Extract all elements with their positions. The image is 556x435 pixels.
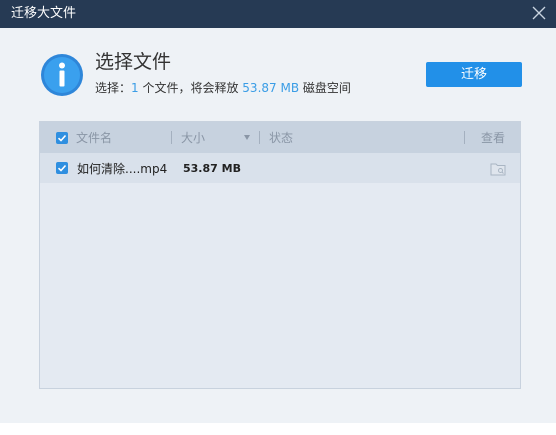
summary-suffix: 磁盘空间 — [299, 81, 351, 95]
column-header-size[interactable]: 大小 — [181, 130, 205, 146]
select-all-checkbox[interactable] — [56, 132, 68, 144]
summary-prefix: 选择： — [95, 81, 132, 95]
column-header-name[interactable]: 文件名 — [76, 130, 112, 146]
close-button[interactable] — [530, 4, 548, 22]
close-icon[interactable] — [530, 4, 548, 22]
open-folder-button[interactable] — [490, 161, 506, 176]
summary-middle: 个文件，将会释放 — [138, 81, 243, 95]
info-icon — [40, 53, 84, 97]
column-divider[interactable] — [171, 131, 172, 144]
column-divider[interactable] — [259, 131, 260, 144]
file-list-header: 文件名 大小 状态 查看 — [40, 122, 520, 153]
selected-count: 1 — [131, 81, 139, 95]
checkbox-check-icon — [57, 164, 67, 172]
file-size: 53.87 MB — [183, 162, 241, 175]
column-divider[interactable] — [464, 131, 465, 144]
migrate-button[interactable]: 迁移 — [426, 62, 522, 87]
file-name: 如何清除....mp4 — [77, 162, 168, 176]
page-title: 选择文件 — [95, 51, 172, 73]
window-title: 迁移大文件 — [11, 6, 77, 21]
title-bar[interactable]: 迁移大文件 — [0, 0, 556, 28]
freed-size: 53.87 MB — [242, 81, 300, 95]
row-checkbox[interactable] — [56, 162, 68, 174]
migrate-large-files-dialog: 迁移大文件 选择文件 选择：1 个文件，将会释放 53.87 MB 磁盘空间 迁… — [0, 0, 556, 423]
column-header-status[interactable]: 状态 — [269, 130, 293, 146]
folder-icon[interactable] — [490, 162, 506, 176]
table-row[interactable]: 如何清除....mp4 53.87 MB — [40, 153, 520, 183]
sort-down-icon[interactable] — [244, 135, 250, 140]
column-header-view[interactable]: 查看 — [481, 130, 505, 146]
selection-summary: 选择：1 个文件，将会释放 53.87 MB 磁盘空间 — [95, 80, 351, 96]
checkbox-check-icon — [57, 134, 67, 142]
file-list: 文件名 大小 状态 查看 如何清除....mp4 53.87 MB — [39, 121, 521, 389]
